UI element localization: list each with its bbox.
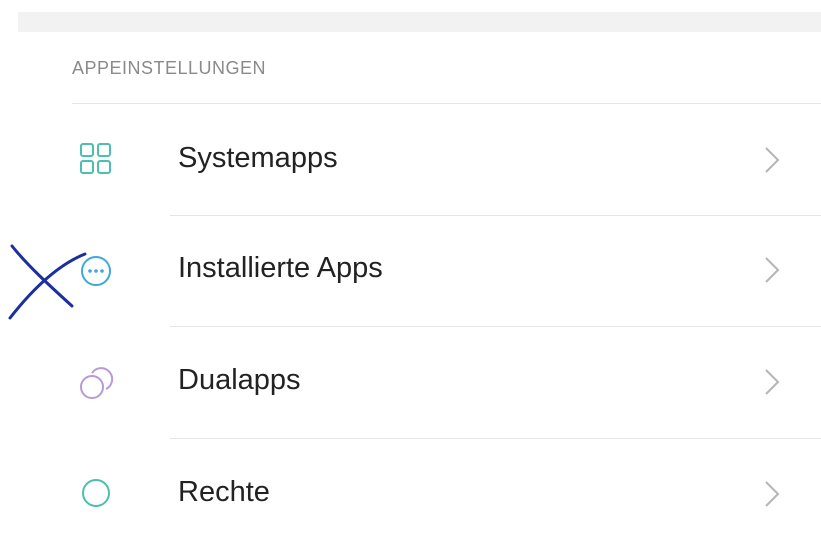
circle-icon xyxy=(78,475,114,511)
row-divider xyxy=(170,438,821,439)
chevron-right-icon xyxy=(762,252,782,288)
list-item-dualapps[interactable]: Dualapps xyxy=(0,328,821,438)
list-item-label: Systemapps xyxy=(178,142,338,174)
dual-circles-icon xyxy=(78,363,114,399)
row-divider xyxy=(170,326,821,327)
list-item-systemapps[interactable]: Systemapps xyxy=(0,106,821,216)
chevron-right-icon xyxy=(762,476,782,512)
top-scroll-band xyxy=(18,12,821,32)
section-divider xyxy=(72,103,821,104)
list-item-label: Rechte xyxy=(178,476,270,508)
list-item-label: Dualapps xyxy=(178,364,301,396)
grid-icon xyxy=(78,141,114,177)
list-item-rechte[interactable]: Rechte xyxy=(0,440,821,550)
chevron-right-icon xyxy=(762,364,782,400)
list-item-label: Installierte Apps xyxy=(178,252,383,284)
list-item-installierte-apps[interactable]: Installierte Apps xyxy=(0,216,821,326)
handwritten-x-mark xyxy=(8,244,87,320)
chevron-right-icon xyxy=(762,142,782,178)
section-header: APPEINSTELLUNGEN xyxy=(72,58,267,78)
